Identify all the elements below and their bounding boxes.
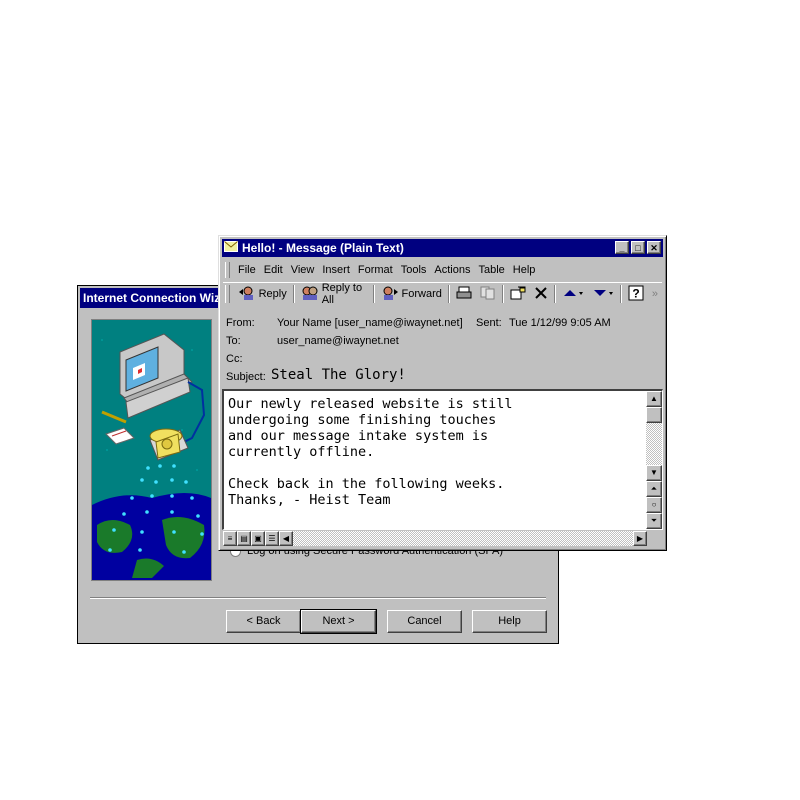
- close-button[interactable]: ✕: [647, 241, 661, 254]
- wizard-illustration: [91, 319, 212, 581]
- next-page-button[interactable]: ⏷: [646, 513, 662, 529]
- printer-icon: [456, 286, 472, 303]
- forward-button[interactable]: Forward: [377, 284, 446, 304]
- outline-view-button[interactable]: ☰: [265, 531, 279, 546]
- delete-icon: [534, 286, 548, 303]
- forward-label: Forward: [401, 288, 442, 300]
- reply-label: Reply: [258, 288, 287, 300]
- move-to-folder-icon: [510, 286, 526, 303]
- normal-view-button[interactable]: ≡: [223, 531, 237, 546]
- menu-tools[interactable]: Tools: [397, 264, 431, 276]
- copy-icon: [480, 286, 496, 303]
- from-label: From:: [226, 317, 255, 329]
- menu-edit[interactable]: Edit: [260, 264, 287, 276]
- menubar-grip: [225, 262, 230, 278]
- toolbar-separator: [447, 285, 450, 303]
- minimize-button[interactable]: _: [615, 241, 629, 254]
- previous-page-button[interactable]: ⏶: [646, 481, 662, 497]
- scroll-left-button[interactable]: ◀: [279, 531, 293, 546]
- from-value: Your Name [user_name@iwaynet.net]: [277, 317, 463, 329]
- next-item-button[interactable]: [588, 284, 618, 304]
- print-button[interactable]: [452, 284, 476, 304]
- toolbar-overflow-chevron[interactable]: »: [648, 284, 662, 304]
- sent-value: Tue 1/12/99 9:05 AM: [509, 317, 611, 329]
- scroll-track[interactable]: [646, 423, 662, 465]
- horizontal-scrollbar[interactable]: ≡ ▤ ▣ ☰ ◀ ▶: [222, 530, 648, 547]
- maximize-button[interactable]: □: [631, 241, 645, 254]
- menu-table[interactable]: Table: [474, 264, 508, 276]
- scroll-up-button[interactable]: ▲: [646, 391, 662, 407]
- forward-icon: [381, 286, 399, 303]
- message-titlebar: Hello! - Message (Plain Text) _ □ ✕: [222, 239, 663, 257]
- toolbar-separator: [553, 285, 556, 303]
- help-button[interactable]: Help: [472, 610, 547, 633]
- arrow-up-icon: [562, 286, 584, 303]
- next-button[interactable]: Next >: [300, 609, 377, 634]
- subject-value: Steal The Glory!: [271, 367, 406, 383]
- back-button[interactable]: < Back: [226, 610, 301, 633]
- toolbar-grip: [225, 285, 230, 303]
- select-browse-object-button[interactable]: ○: [646, 497, 662, 513]
- sent-label: Sent:: [476, 317, 502, 329]
- menu-file[interactable]: File: [234, 264, 260, 276]
- menu-format[interactable]: Format: [354, 264, 397, 276]
- toolbar-separator: [372, 285, 375, 303]
- message-header: From: Your Name [user_name@iwaynet.net] …: [223, 312, 662, 388]
- reply-all-icon: [301, 286, 319, 303]
- delete-button[interactable]: [530, 284, 552, 304]
- cancel-button[interactable]: Cancel: [387, 610, 462, 633]
- message-title: Hello! - Message (Plain Text): [242, 241, 404, 255]
- horizontal-scroll-track[interactable]: [293, 531, 633, 546]
- previous-item-button[interactable]: [558, 284, 588, 304]
- scroll-down-button[interactable]: ▼: [646, 465, 662, 481]
- web-layout-view-button[interactable]: ▤: [237, 531, 251, 546]
- standard-toolbar: Reply Reply to All Forward ? »: [223, 282, 662, 306]
- reply-icon: [238, 286, 256, 303]
- envelope-icon: [224, 239, 238, 257]
- help-toolbar-button[interactable]: ?: [624, 284, 648, 304]
- copy-button[interactable]: [476, 284, 500, 304]
- toolbar-separator: [619, 285, 622, 303]
- message-window: Hello! - Message (Plain Text) _ □ ✕ File…: [218, 235, 667, 551]
- message-body-text: Our newly released website is still unde…: [228, 396, 513, 508]
- arrow-down-icon: [592, 286, 614, 303]
- to-value: user_name@iwaynet.net: [277, 335, 399, 347]
- menu-actions[interactable]: Actions: [430, 264, 474, 276]
- menu-insert[interactable]: Insert: [318, 264, 354, 276]
- reply-all-label: Reply to All: [321, 282, 363, 306]
- scroll-thumb[interactable]: [646, 407, 662, 423]
- subject-label: Subject:: [226, 371, 266, 383]
- reply-all-button[interactable]: Reply to All: [297, 282, 371, 306]
- cc-label: Cc:: [226, 353, 243, 365]
- menu-help[interactable]: Help: [509, 264, 540, 276]
- toolbar-separator: [292, 285, 295, 303]
- move-to-folder-button[interactable]: [506, 284, 530, 304]
- toolbar-separator: [501, 285, 504, 303]
- wizard-separator: [90, 597, 546, 599]
- to-label: To:: [226, 335, 241, 347]
- scroll-right-button[interactable]: ▶: [633, 531, 647, 546]
- help-question-icon: ?: [628, 285, 644, 304]
- svg-text:?: ?: [632, 286, 639, 300]
- reply-button[interactable]: Reply: [234, 284, 291, 304]
- message-body[interactable]: Our newly released website is still unde…: [222, 389, 663, 530]
- print-layout-view-button[interactable]: ▣: [251, 531, 265, 546]
- vertical-scrollbar[interactable]: ▲ ▼ ⏶ ○ ⏷: [646, 391, 662, 529]
- menu-view[interactable]: View: [287, 264, 319, 276]
- menu-bar: File Edit View Insert Format Tools Actio…: [223, 260, 662, 280]
